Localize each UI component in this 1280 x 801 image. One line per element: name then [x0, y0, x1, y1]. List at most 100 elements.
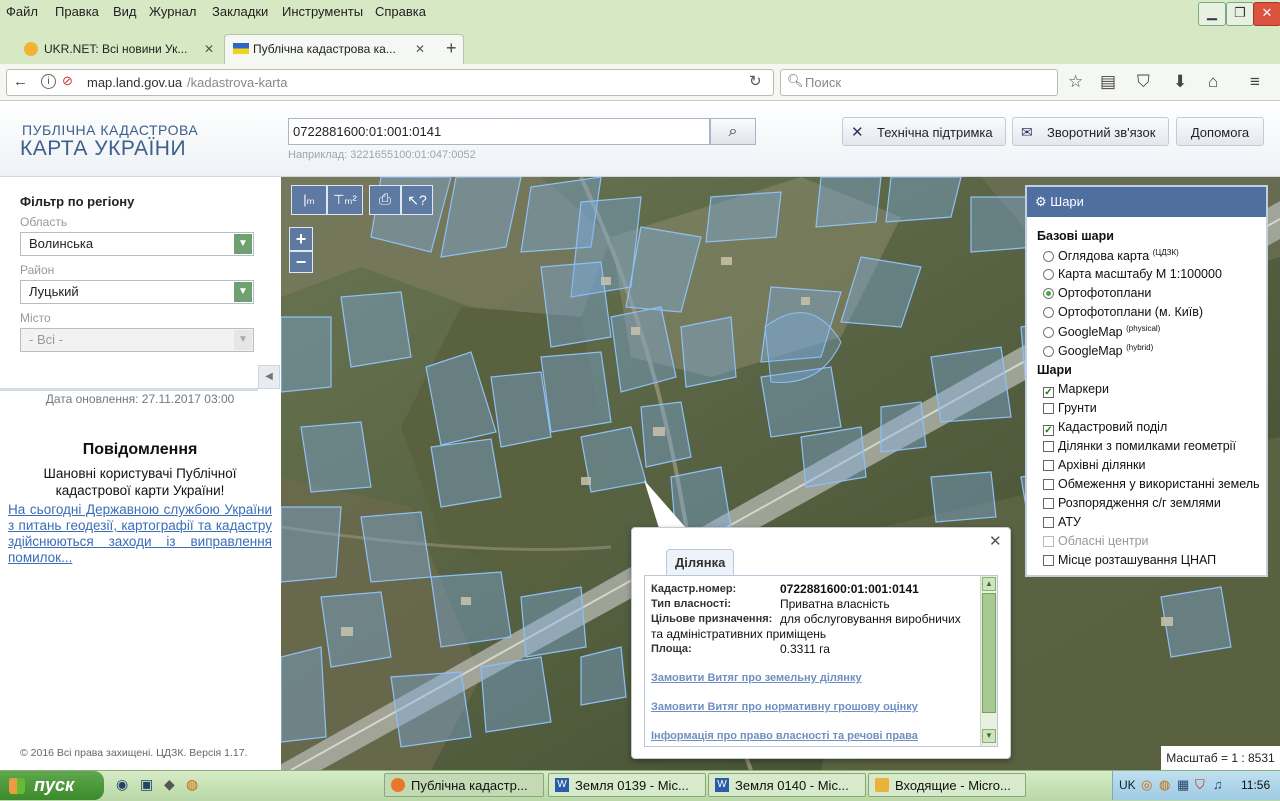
close-tab-icon[interactable]: ✕ — [204, 36, 214, 62]
home-icon[interactable]: ⌂ — [1208, 72, 1218, 92]
language-indicator[interactable]: UK — [1119, 778, 1136, 792]
layer-markers[interactable]: ✓ Маркери — [1043, 382, 1109, 398]
quicklaunch-app-icon[interactable]: ◆ — [164, 776, 175, 793]
purpose-value: для обслуговування виробничих — [780, 612, 961, 626]
menu-history[interactable]: Журнал — [149, 4, 196, 19]
base-layer-ortho[interactable]: Ортофотоплани — [1043, 286, 1151, 300]
base-layer-overview[interactable]: Оглядова карта (ЦДЗК) — [1043, 248, 1179, 263]
menu-tools[interactable]: Инструменты — [282, 4, 363, 19]
tab-cadastral-map[interactable]: Публічна кадастрова ка... ✕ — [224, 34, 464, 65]
task-outlook[interactable]: Входящие - Micro... — [868, 773, 1026, 797]
quicklaunch-ie-icon[interactable]: ◉ — [116, 776, 128, 793]
task-word-0140[interactable]: W Земля 0140 - Mic... — [708, 773, 866, 797]
new-tab-icon[interactable]: + — [446, 38, 457, 59]
layer-soils[interactable]: Грунти — [1043, 401, 1097, 415]
area-icon: ⊤ₘ² — [333, 192, 357, 207]
pocket-icon[interactable]: ⛉ — [1137, 72, 1150, 92]
radio-icon — [1043, 346, 1054, 358]
search-button[interactable]: ⌕ — [710, 118, 756, 145]
layer-geometry-errors[interactable]: Ділянки з помилками геометрії — [1043, 439, 1236, 453]
ownership-label: Тип власності: — [651, 598, 732, 610]
oblast-select[interactable]: Волинська ▼ — [20, 232, 254, 256]
tools-icon: ✕ — [851, 124, 864, 141]
clock: 11:56 — [1241, 778, 1271, 792]
menu-bookmarks[interactable]: Закладки — [212, 4, 268, 19]
bookmark-star-icon[interactable]: ☆ — [1068, 72, 1083, 92]
scroll-up-icon[interactable]: ▲ — [982, 577, 996, 591]
start-button[interactable]: пуск — [0, 771, 104, 800]
menu-edit[interactable]: Правка — [55, 4, 99, 19]
close-tab-icon[interactable]: ✕ — [415, 35, 425, 63]
maximize-button[interactable]: ❐ — [1226, 2, 1254, 26]
overlay-layers-title: Шари — [1037, 363, 1072, 377]
zoom-out-button[interactable]: − — [289, 251, 313, 273]
radio-icon — [1043, 269, 1054, 280]
area-value: 0.3311 га — [780, 642, 830, 656]
outlook-icon — [875, 778, 889, 792]
checkbox-icon — [1043, 460, 1054, 471]
layer-cadastral[interactable]: ✓ Кадастровий поділ — [1043, 420, 1167, 436]
ownership-value: Приватна власність — [780, 597, 890, 611]
menu-file[interactable]: Файл — [6, 4, 38, 19]
footer-copyright: © 2016 Всі права захищені. ЦДЗК. Версія … — [20, 747, 248, 759]
reload-icon[interactable]: ↻ — [749, 72, 762, 90]
minimize-button[interactable]: ▁ — [1198, 2, 1226, 26]
quicklaunch-desktop-icon[interactable]: ▣ — [140, 776, 153, 793]
tech-support-button[interactable]: ✕ Технічна підтримка — [842, 117, 1006, 146]
download-icon[interactable]: ⬇ — [1173, 72, 1187, 92]
tray-volume-icon[interactable]: ♫ — [1213, 777, 1223, 792]
popup-scrollbar[interactable]: ▲ ▼ — [980, 576, 997, 746]
measure-area-button[interactable]: ⊤ₘ² — [327, 185, 363, 215]
feedback-button[interactable]: ✉ Зворотний зв'язок — [1012, 117, 1169, 146]
base-layer-google-physical[interactable]: GoogleMap (physical) — [1043, 324, 1160, 339]
misto-select[interactable]: - Всі - ▼ — [20, 328, 254, 352]
reading-list-icon[interactable]: ▤ — [1100, 72, 1116, 92]
raion-select[interactable]: Луцький ▼ — [20, 280, 254, 304]
tray-app-icon[interactable]: ◎ — [1141, 777, 1152, 793]
layer-agri-disposal[interactable]: Розпорядження с/г землями — [1043, 496, 1221, 510]
ownership-info-link[interactable]: Інформація про право власності та речові… — [651, 730, 918, 742]
quicklaunch-firefox-icon[interactable]: ◍ — [186, 776, 198, 793]
task-word-0139[interactable]: W Земля 0139 - Mic... — [548, 773, 706, 797]
area-label: Площа: — [651, 643, 692, 655]
help-button[interactable]: Допомога — [1176, 117, 1264, 146]
logo-line1: ПУБЛІЧНА КАДАСТРОВА — [22, 122, 199, 138]
tray-firefox-icon[interactable]: ◍ — [1159, 777, 1170, 793]
notice-link[interactable]: На сьогодні Державною службою України з … — [8, 502, 272, 566]
collapse-panel-icon[interactable]: ◀ — [258, 365, 280, 389]
hamburger-menu-icon[interactable]: ≡ — [1250, 72, 1260, 92]
tab-parcel[interactable]: Ділянка — [666, 549, 735, 576]
misto-label: Місто — [20, 311, 51, 325]
order-valuation-link[interactable]: Замовити Витяг про нормативну грошову оц… — [651, 701, 918, 713]
base-layer-google-hybrid[interactable]: GoogleMap (hybrid) — [1043, 343, 1153, 358]
search-example: Наприклад: 3221655100:01:047:0052 — [288, 149, 476, 161]
back-icon[interactable]: ← — [13, 73, 28, 90]
base-layer-100k[interactable]: Карта масштабу М 1:100000 — [1043, 267, 1222, 281]
layers-header[interactable]: ⚙ Шари — [1027, 187, 1266, 217]
menu-help[interactable]: Справка — [375, 4, 426, 19]
info-icon[interactable]: i — [41, 74, 56, 89]
layer-cnap[interactable]: Місце розташування ЦНАП — [1043, 553, 1216, 567]
layer-archive[interactable]: Архівні ділянки — [1043, 458, 1145, 472]
cadastral-search-input[interactable]: 0722881600:01:001:0141 — [288, 118, 710, 145]
tab-ukrnet[interactable]: UKR.NET: Всі новини Ук... ✕ — [16, 36, 248, 62]
close-window-button[interactable]: ✕ — [1253, 2, 1280, 26]
close-icon[interactable]: ✕ — [989, 532, 1002, 550]
measure-distance-button[interactable]: |ₘ — [291, 185, 327, 215]
identify-button[interactable]: ↖? — [401, 185, 433, 215]
scroll-thumb[interactable] — [982, 593, 996, 713]
zoom-in-button[interactable]: + — [289, 227, 313, 251]
layer-atu[interactable]: АТУ — [1043, 515, 1081, 529]
order-extract-link[interactable]: Замовити Витяг про земельну ділянку — [651, 672, 862, 684]
layer-restrictions[interactable]: Обмеження у використанні земель — [1043, 477, 1260, 491]
scroll-down-icon[interactable]: ▼ — [982, 729, 996, 743]
tray-network-icon[interactable]: ▦ — [1177, 777, 1189, 793]
print-button[interactable]: ⎙ — [369, 185, 401, 215]
chevron-down-icon: ▼ — [234, 282, 252, 302]
menu-view[interactable]: Вид — [113, 4, 137, 19]
tray-antivirus-icon[interactable]: ⛉ — [1195, 777, 1205, 793]
url-bar[interactable]: ← i ⊘ map.land.gov.ua /kadastrova-karta … — [6, 69, 774, 96]
browser-search-input[interactable]: 🔍︎ Поиск — [780, 69, 1058, 96]
task-firefox[interactable]: Публічна кадастр... — [384, 773, 544, 797]
base-layer-ortho-kyiv[interactable]: Ортофотоплани (м. Київ) — [1043, 305, 1203, 319]
